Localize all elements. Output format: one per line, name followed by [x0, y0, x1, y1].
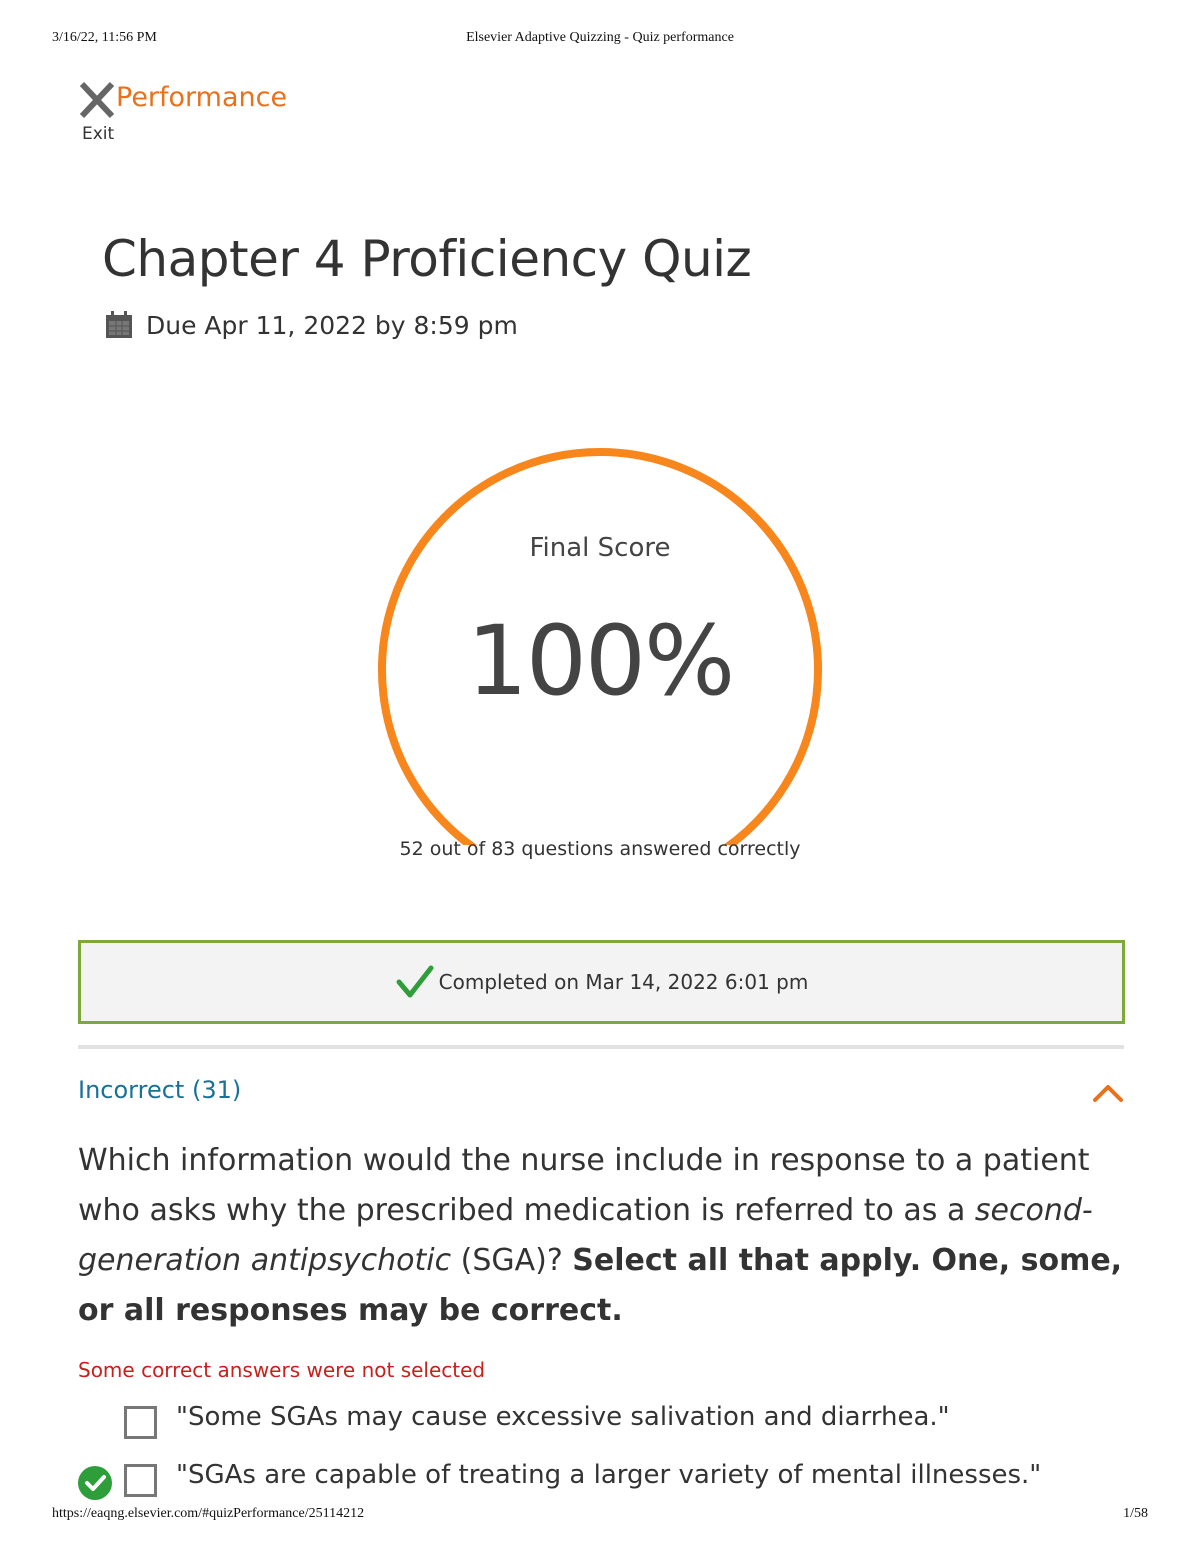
question-stem-end: (SGA)? — [451, 1243, 573, 1278]
score-gauge: Final Score 100% — [370, 445, 830, 845]
correct-answer-icon — [78, 1466, 112, 1500]
completed-text: Completed on Mar 14, 2022 6:01 pm — [438, 970, 809, 994]
checkmark-icon — [396, 965, 434, 998]
chevron-up-icon[interactable] — [1092, 1080, 1124, 1104]
answer-checkbox[interactable] — [124, 1406, 157, 1439]
answer-checkbox[interactable] — [124, 1464, 157, 1497]
final-score-label: Final Score — [529, 533, 671, 563]
due-date: Due Apr 11, 2022 by 8:59 pm — [146, 310, 518, 340]
exit-label: Exit — [82, 124, 115, 144]
page-title: Performance — [116, 82, 288, 113]
incorrect-section-toggle[interactable]: Incorrect (31) — [78, 1072, 1124, 1112]
quiz-title: Chapter 4 Proficiency Quiz — [102, 230, 752, 288]
answer-option: "SGAs are capable of treating a larger v… — [78, 1460, 1128, 1504]
answer-text: "Some SGAs may cause excessive salivatio… — [176, 1402, 950, 1432]
calendar-icon — [106, 311, 132, 338]
question-stem: Which information would the nurse includ… — [78, 1143, 1090, 1228]
section-divider — [78, 1045, 1124, 1049]
due-date-row: Due Apr 11, 2022 by 8:59 pm — [104, 310, 518, 340]
print-page-number: 1/58 — [1123, 1506, 1148, 1521]
answer-text: "SGAs are capable of treating a larger v… — [176, 1460, 1042, 1490]
close-icon — [79, 81, 115, 119]
print-page-title: Elsevier Adaptive Quizzing - Quiz perfor… — [466, 30, 734, 45]
final-score-value: 100% — [466, 605, 735, 717]
question-text: Which information would the nurse includ… — [78, 1136, 1128, 1336]
score-caption: 52 out of 83 questions answered correctl… — [399, 838, 801, 860]
incorrect-section-label: Incorrect (31) — [78, 1076, 242, 1104]
completed-banner: Completed on Mar 14, 2022 6:01 pm — [78, 940, 1125, 1024]
exit-button[interactable]: Exit — [78, 80, 118, 150]
answer-status-message: Some correct answers were not selected — [78, 1358, 486, 1382]
print-url: https://eaqng.elsevier.com/#quizPerforma… — [52, 1506, 365, 1521]
answer-option: "Some SGAs may cause excessive salivatio… — [78, 1402, 1128, 1446]
